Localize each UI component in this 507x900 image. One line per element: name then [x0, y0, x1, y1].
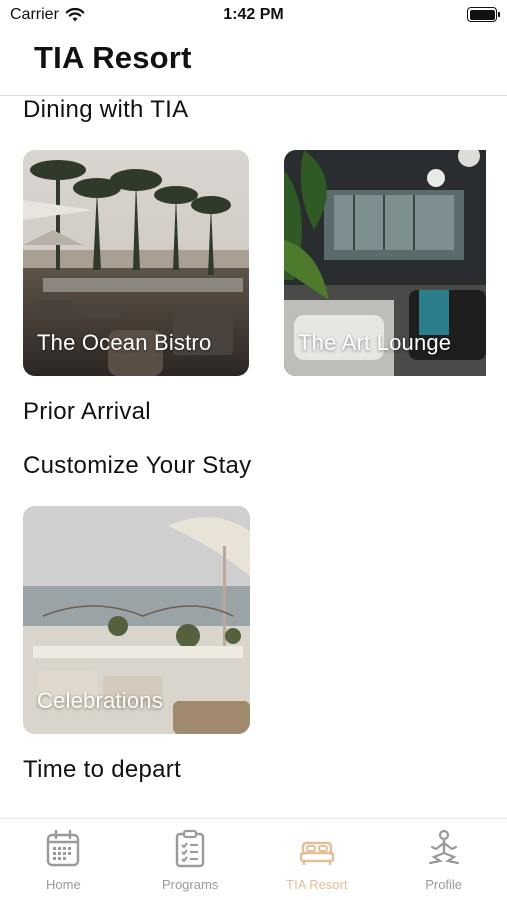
calendar-icon — [47, 829, 80, 867]
section-title-prior-arrival[interactable]: Prior Arrival — [23, 398, 151, 426]
battery-icon — [467, 7, 500, 22]
bed-icon — [299, 841, 335, 865]
clipboard-checklist-icon — [175, 829, 205, 868]
section-title-dining: Dining with TIA — [23, 96, 189, 123]
status-bar: Carrier 1:42 PM — [0, 0, 507, 32]
card-ocean-bistro[interactable]: The Ocean Bistro — [23, 150, 249, 376]
tab-label-profile: Profile — [425, 877, 463, 892]
tab-label-home: Home — [46, 877, 81, 892]
tab-profile[interactable]: Profile — [380, 819, 507, 900]
page-title: TIA Resort — [34, 40, 192, 75]
section-title-depart[interactable]: Time to depart — [23, 756, 181, 784]
card-label-celebrations: Celebrations — [37, 688, 163, 713]
section-title-customize: Customize Your Stay — [23, 452, 252, 479]
card-art-lounge[interactable]: The Art Lounge — [284, 150, 486, 376]
card-celebrations[interactable]: Celebrations — [23, 506, 250, 734]
tab-bar: Home Programs TIA Resort Profile — [0, 818, 507, 900]
card-label-ocean-bistro: The Ocean Bistro — [37, 330, 212, 355]
tab-label-tia-resort: TIA Resort — [286, 877, 348, 892]
tab-programs[interactable]: Programs — [127, 819, 254, 900]
tab-home[interactable]: Home — [0, 819, 127, 900]
tab-tia-resort[interactable]: TIA Resort — [254, 819, 381, 900]
status-time: 1:42 PM — [223, 6, 284, 23]
meditation-icon — [428, 829, 459, 865]
card-label-art-lounge: The Art Lounge — [298, 330, 452, 355]
content-scroll-area[interactable]: Dining with TIA The Ocean Bistro The Art… — [0, 96, 507, 818]
tab-label-programs: Programs — [161, 877, 219, 892]
